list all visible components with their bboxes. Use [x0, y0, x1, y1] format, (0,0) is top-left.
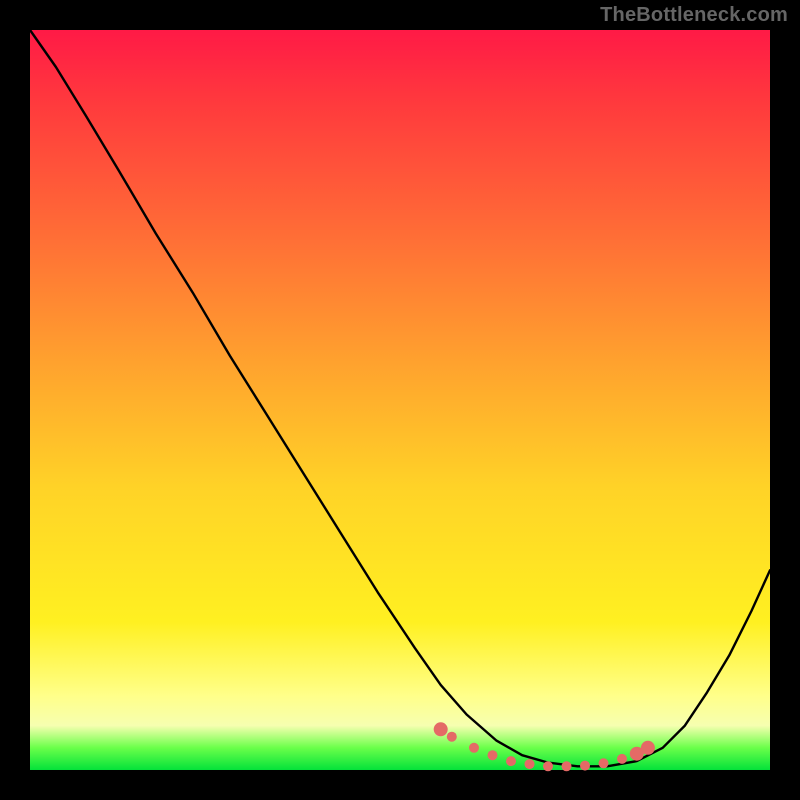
curve-marker — [641, 741, 655, 755]
curve-svg — [30, 30, 770, 770]
curve-marker — [580, 761, 590, 771]
curve-marker — [599, 758, 609, 768]
curve-marker — [447, 732, 457, 742]
curve-marker — [506, 756, 516, 766]
curve-marker — [525, 759, 535, 769]
curve-marker — [562, 761, 572, 771]
bottleneck-curve — [30, 30, 770, 766]
chart-frame: TheBottleneck.com — [0, 0, 800, 800]
plot-area — [30, 30, 770, 770]
curve-marker — [543, 761, 553, 771]
curve-marker — [617, 754, 627, 764]
curve-marker — [434, 722, 448, 736]
curve-marker — [469, 743, 479, 753]
curve-marker — [488, 750, 498, 760]
watermark-text: TheBottleneck.com — [600, 4, 788, 27]
